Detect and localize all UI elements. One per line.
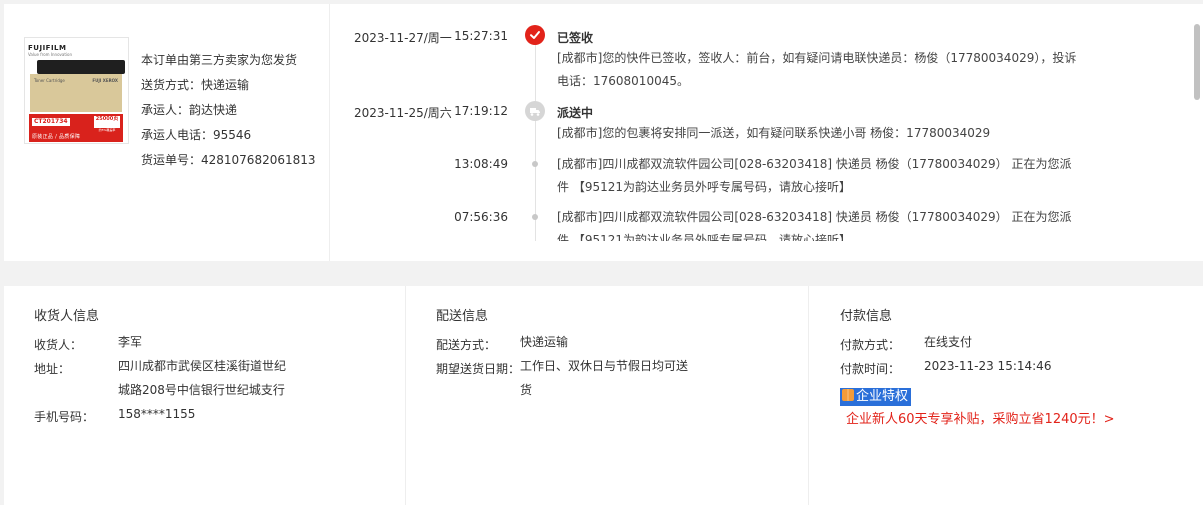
delivery-method-label: 配送方式： xyxy=(436,338,497,352)
phone-value: 158****1155 xyxy=(118,407,196,421)
product-thumbnail[interactable]: FUJIFILM Value from Innovation Toner Car… xyxy=(24,37,129,144)
product-slogan: 原装正品 / 品质保障 xyxy=(32,134,81,140)
toner-cartridge-image xyxy=(37,60,125,74)
product-brand: FUJIFILM xyxy=(28,44,67,52)
delivery-date-label: 期望送货日期： xyxy=(436,362,521,376)
enterprise-badge-label: 企业特权 xyxy=(856,389,909,404)
event-detail: [成都市]您的快件已签收，签收人：前台，如有疑问请电联快递员：杨俊（177800… xyxy=(557,51,1077,88)
tracking-timeline: 2023-11-27/周一 15:27:31 已签收 [成都市]您的快件已签收，… xyxy=(330,4,1203,241)
seller-note: 本订单由第三方卖家为您发货 xyxy=(141,53,298,67)
order-info-panel: 收货人信息 收货人： 李军 地址： 四川成都市武侯区桂溪街道世纪城路208号中信… xyxy=(4,286,1203,505)
tracking-number: 货运单号：428107682061813 xyxy=(141,153,316,167)
shipment-summary: FUJIFILM Value from Innovation Toner Car… xyxy=(4,4,330,261)
payment-method-value: 在线支付 xyxy=(924,335,973,349)
timeline-dot xyxy=(532,161,538,167)
payment-time-value: 2023-11-23 15:14:46 xyxy=(924,359,1052,373)
consignee-name-label: 收货人： xyxy=(34,338,83,352)
event-detail: [成都市]四川成都双流软件园公司[028-63203418] 快递员 杨俊（17… xyxy=(557,157,1072,194)
payment-section: 付款信息 付款方式： 在线支付 付款时间： 2023-11-23 15:14:4… xyxy=(809,286,1203,505)
shipment-panel: FUJIFILM Value from Innovation Toner Car… xyxy=(4,4,1203,261)
address-label: 地址： xyxy=(34,362,71,376)
delivery-date-value: 工作日、双休日与节假日均可送货 xyxy=(520,359,689,397)
delivery-section: 配送信息 配送方式： 快递运输 期望送货日期： 工作日、双休日与节假日均可送货 xyxy=(406,286,809,505)
scrollbar-thumb[interactable] xyxy=(1194,24,1200,100)
phone-label: 手机号码： xyxy=(34,410,95,424)
toner-box-image: Toner Cartridge FUJI XEROX xyxy=(30,74,122,112)
shipment-info: 本订单由第三方卖家为您发货 送货方式：快递运输 承运人：韵达快递 承运人电话：9… xyxy=(141,48,316,173)
event-time: 17:19:12 xyxy=(454,104,508,118)
event-date: 2023-11-25/周六 xyxy=(354,106,452,120)
event-detail: [成都市]您的包裹将安排同一派送，如有疑问联系快递小哥 杨俊：177800340… xyxy=(557,126,991,140)
product-page-yield-note: 约5%覆盖率 xyxy=(98,128,116,132)
delivery-method: 送货方式：快递运输 xyxy=(141,78,250,92)
enterprise-promo-link[interactable]: 企业新人60天专享补贴，采购立省1240元！> xyxy=(846,408,1115,427)
address-value: 四川成都市武侯区桂溪街道世纪城路208号中信银行世纪城支行 xyxy=(118,359,287,397)
payment-title: 付款信息 xyxy=(840,309,893,324)
payment-method-label: 付款方式： xyxy=(840,338,901,352)
carrier-phone: 承运人电话：95546 xyxy=(141,128,252,142)
event-time: 15:27:31 xyxy=(454,29,508,43)
consignee-section: 收货人信息 收货人： 李军 地址： 四川成都市武侯区桂溪街道世纪城路208号中信… xyxy=(4,286,406,505)
event-status: 已签收 xyxy=(557,31,594,45)
product-brand-tagline: Value from Innovation xyxy=(28,52,73,57)
product-page-yield: 25000页 xyxy=(94,116,120,128)
timeline-dot xyxy=(532,214,538,220)
consignee-name: 李军 xyxy=(118,335,143,349)
event-date: 2023-11-27/周一 xyxy=(354,31,452,45)
consignee-title: 收货人信息 xyxy=(34,309,100,324)
delivery-title: 配送信息 xyxy=(436,309,489,324)
payment-time-label: 付款时间： xyxy=(840,362,901,376)
truck-icon xyxy=(525,101,545,121)
event-time: 13:08:49 xyxy=(454,157,508,171)
check-icon xyxy=(525,25,545,45)
timeline-scrollbar[interactable] xyxy=(1194,24,1200,241)
delivery-method-value: 快递运输 xyxy=(520,335,569,349)
event-detail: [成都市]四川成都双流软件园公司[028-63203418] 快递员 杨俊（17… xyxy=(557,210,1072,241)
product-promo-band: CT201734 25000页 约5%覆盖率 原装正品 / 品质保障 xyxy=(29,114,123,142)
box-label: Toner Cartridge xyxy=(34,78,65,83)
gift-icon xyxy=(842,389,854,401)
timeline-line xyxy=(535,34,536,241)
carrier: 承运人：韵达快递 xyxy=(141,103,238,117)
product-model-code: CT201734 xyxy=(32,118,70,126)
event-status: 派送中 xyxy=(557,106,594,120)
box-brand: FUJI XEROX xyxy=(92,78,118,83)
enterprise-badge[interactable]: 企业特权 xyxy=(840,388,912,406)
event-time: 07:56:36 xyxy=(454,210,508,224)
